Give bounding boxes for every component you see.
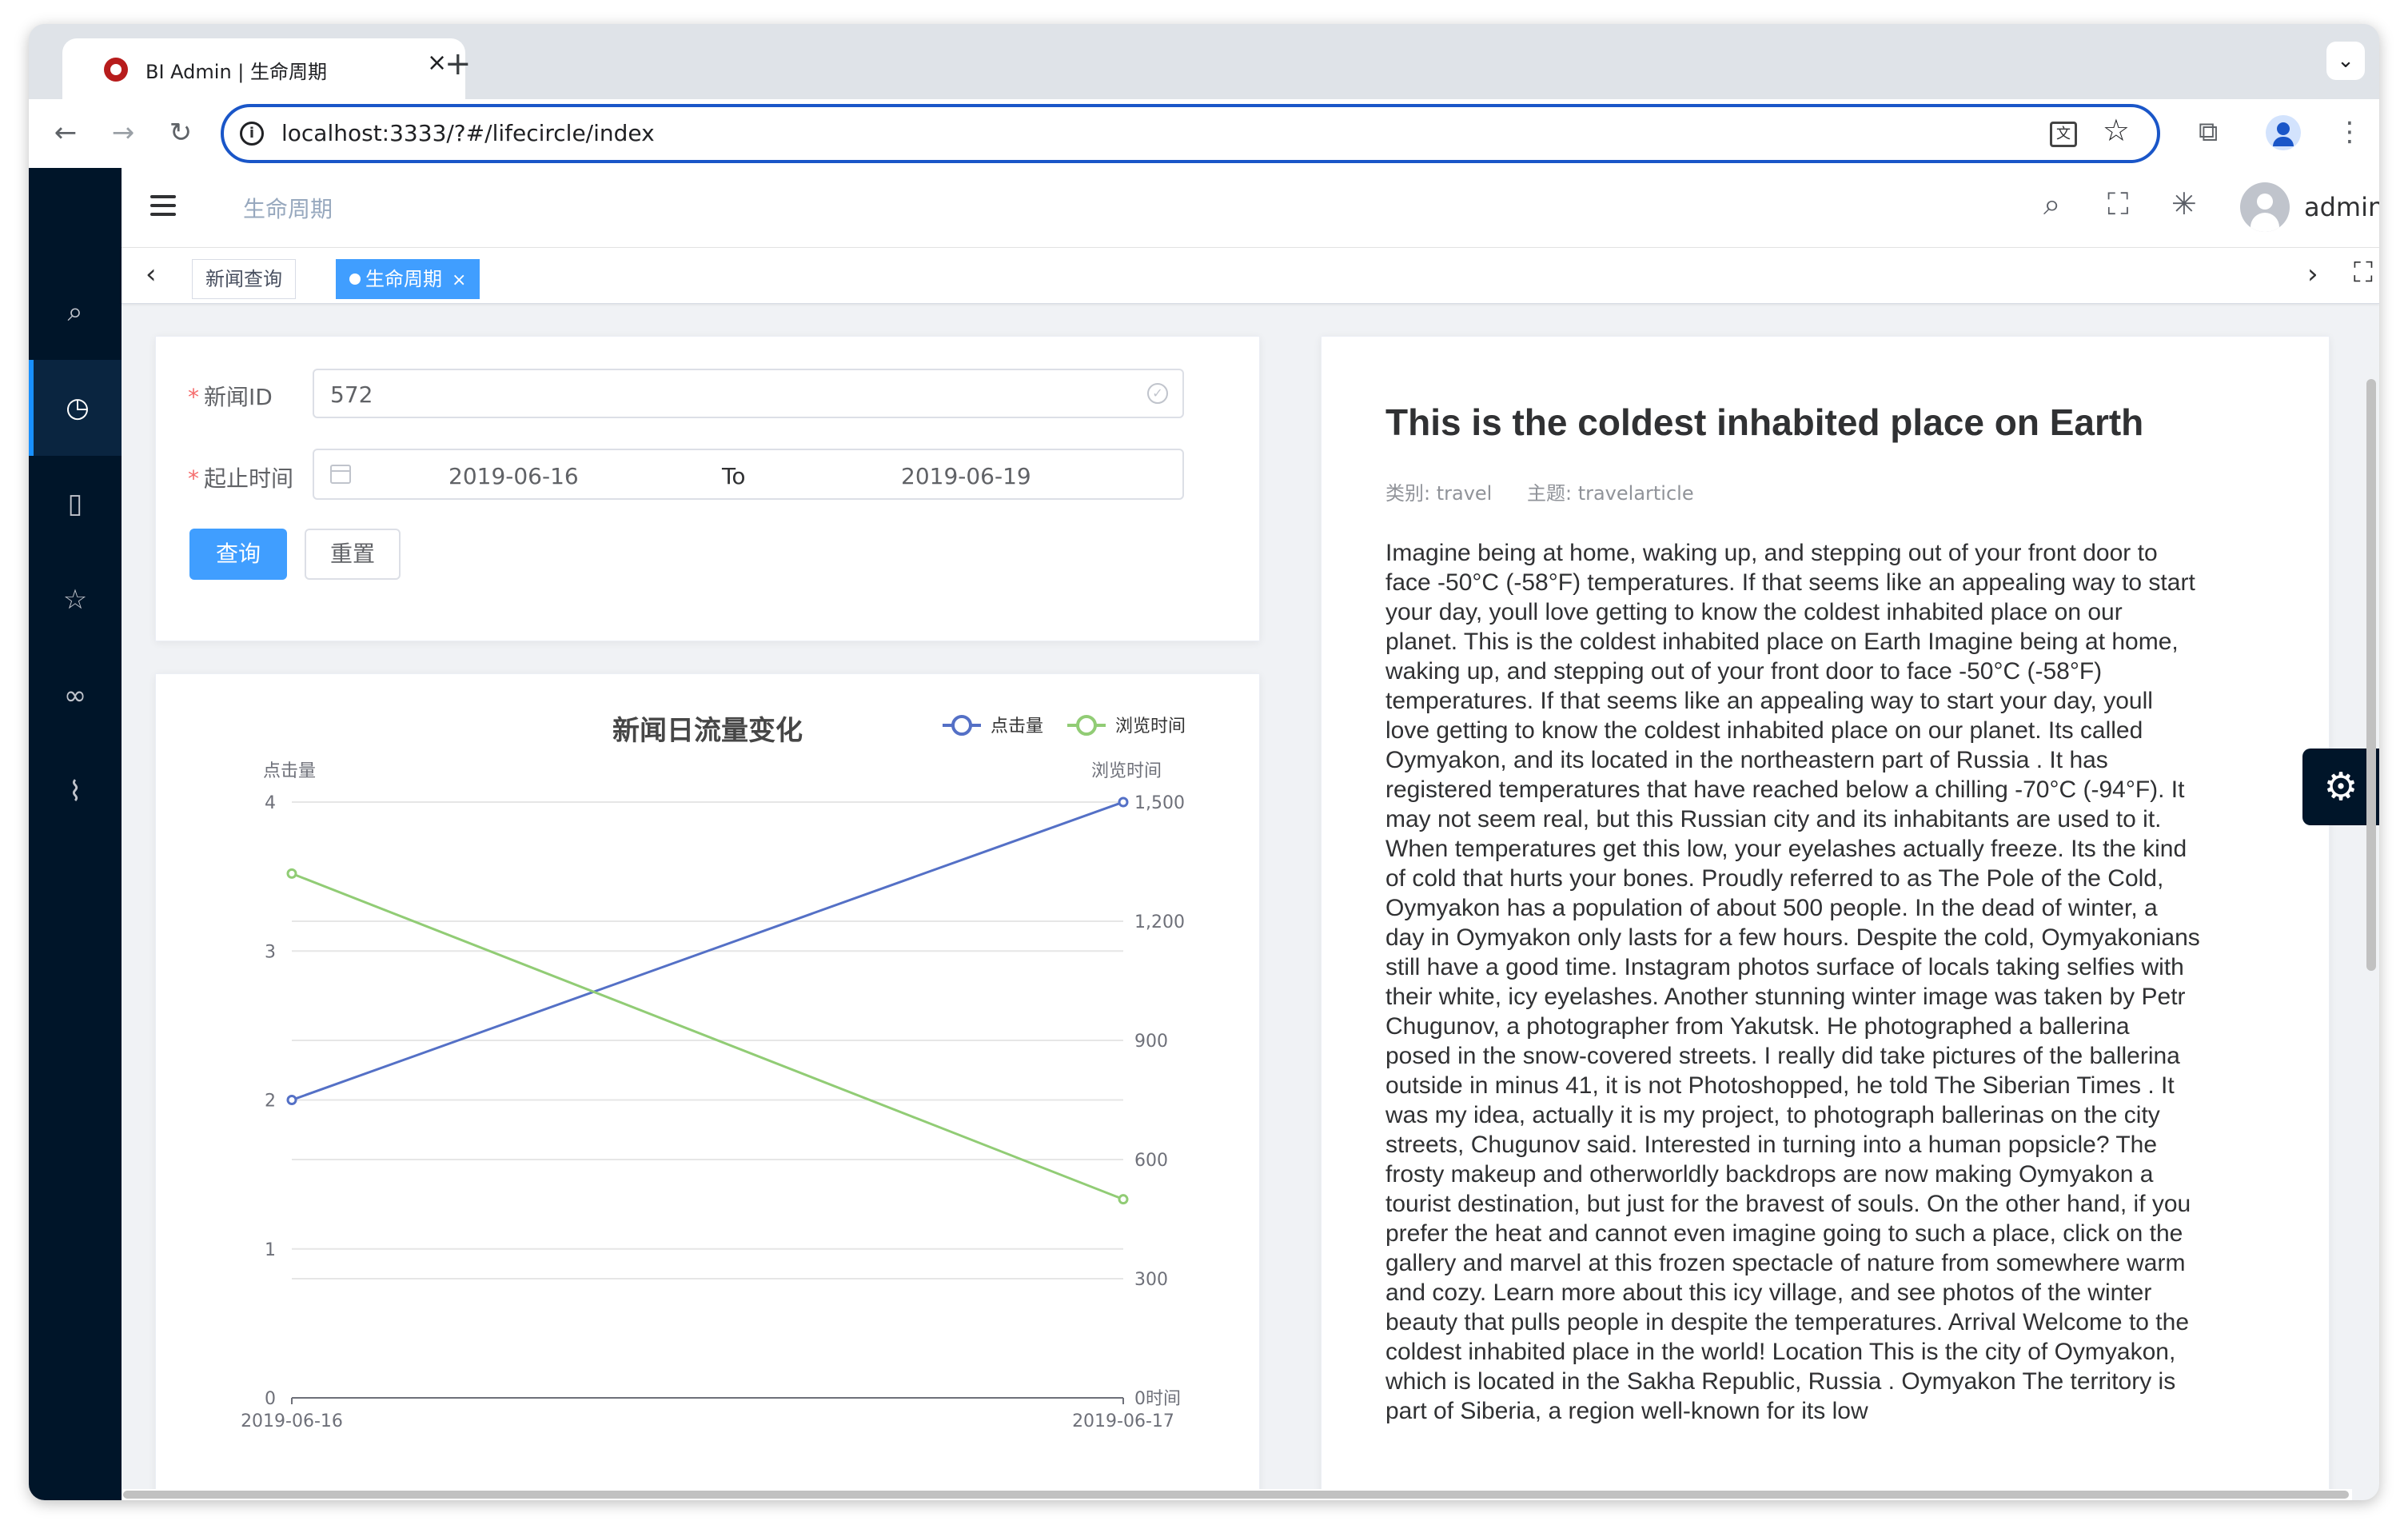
vertical-scrollbar[interactable] [2366, 379, 2376, 1419]
tag-label: 生命周期 [365, 268, 442, 290]
start-date-input[interactable]: 2019-06-16 [449, 463, 579, 489]
browser-tab[interactable]: BI Admin | 生命周期 × [62, 38, 465, 99]
y-left-tick-label: 3 [265, 942, 276, 962]
browser-window: BI Admin | 生命周期 × + ⌄ ← → ↻ i localhost:… [29, 24, 2379, 1500]
news-id-input[interactable]: 572 ✓ [313, 369, 1184, 418]
scrollbar-thumb[interactable] [2366, 379, 2376, 971]
reset-button[interactable]: 重置 [305, 529, 401, 580]
article-topic: 主题: travelarticle [1526, 482, 1694, 505]
tags-fullscreen-icon[interactable]: ⛶ [2354, 259, 2373, 286]
data-point [286, 1095, 297, 1105]
breadcrumb: 生命周期 [243, 196, 333, 222]
article-meta: 类别: travel 主题: travelarticle [1385, 477, 1723, 505]
legend-swatch-marker [951, 715, 972, 736]
tag-close-icon[interactable]: × [452, 270, 466, 290]
url-text[interactable]: localhost:3333/?#/lifecircle/index [281, 120, 655, 146]
bookmark-star-icon[interactable]: ☆ [2103, 115, 2130, 146]
tag-lifecycle[interactable]: 生命周期 × [336, 259, 480, 299]
browser-toolbar: ← → ↻ i localhost:3333/?#/lifecircle/ind… [29, 99, 2379, 168]
star-icon[interactable]: ☆ [29, 552, 122, 648]
new-tab-button[interactable]: + [445, 48, 472, 80]
fullscreen-icon[interactable]: ⛶ [2107, 189, 2129, 219]
main-content: * 新闻ID 572 ✓ * 起止时间 2019-06-16 To 2019-06-… [122, 304, 2379, 1500]
favicon-icon [104, 58, 128, 82]
hamburger-icon[interactable] [150, 195, 176, 219]
x-tick-label: 2019-06-16 [241, 1411, 343, 1431]
navbar: 生命周期 ⌕ ⛶ ✳ admin [122, 168, 2379, 248]
query-form-card: * 新闻ID 572 ✓ * 起止时间 2019-06-16 To 2019-06-… [155, 336, 1260, 641]
end-date-input[interactable]: 2019-06-19 [901, 463, 1031, 489]
profile-avatar-icon[interactable] [2266, 115, 2301, 150]
clock-icon[interactable]: ◷ [29, 360, 122, 456]
date-range-label: * 起止时间 [188, 465, 294, 492]
site-info-icon[interactable]: i [240, 122, 264, 146]
web-page: ⌕ ◷ ▯ ☆ ∞ ⌇ 生命周期 ⌕ ⛶ ✳ admin ‹ 新闻查询 生命周期 × › ⛶… [29, 168, 2379, 1500]
size-select-icon[interactable]: ✳ [2171, 189, 2197, 219]
tab-search-button[interactable]: ⌄ [2326, 42, 2365, 80]
legend-label: 浏览时间 [1115, 717, 1186, 737]
calendar-icon [330, 465, 351, 484]
article-title: This is the coldest inhabited place on E… [1385, 401, 2144, 443]
forward-arrow-icon[interactable]: → [104, 114, 142, 152]
line-chart: 0 1 2 3 4 0时间 300 600 900 1,200 1,500 2019-06-16 201… [241, 715, 1186, 1431]
query-button[interactable]: 查询 [189, 529, 287, 580]
avatar[interactable] [2240, 182, 2290, 232]
chart-title: 新闻日流量变化 [612, 715, 803, 747]
date-range-picker[interactable]: 2019-06-16 To 2019-06-19 [313, 449, 1184, 500]
x-tick-label: 2019-06-17 [1072, 1411, 1174, 1431]
kebab-menu-icon[interactable]: ⋮ [2336, 118, 2363, 146]
y-left-tick-label: 4 [265, 793, 276, 813]
legend-label: 点击量 [991, 717, 1043, 737]
y-right-tick-label: 1,200 [1134, 912, 1185, 932]
tags-next-icon[interactable]: › [2307, 261, 2318, 288]
search-icon[interactable]: ⌕ [29, 264, 122, 360]
valid-check-icon: ✓ [1147, 383, 1168, 404]
data-point [1118, 796, 1129, 808]
y-left-tick-label: 2 [265, 1092, 276, 1112]
extensions-icon[interactable]: ⧉ [2199, 118, 2218, 146]
article-category: 类别: travel [1385, 482, 1493, 505]
chart-card: 0 1 2 3 4 0时间 300 600 900 1,200 1,500 2019-06-16 201… [155, 673, 1260, 1500]
paperclip-icon[interactable]: ⌇ [29, 744, 122, 840]
book-icon[interactable]: ▯ [29, 456, 122, 552]
y-right-tick-label: 1,500 [1134, 793, 1185, 813]
address-bar[interactable]: i localhost:3333/?#/lifecircle/index 文 ☆ [221, 104, 2160, 163]
data-point [1118, 1194, 1129, 1205]
article-card: This is the coldest inhabited place on E… [1321, 336, 2330, 1500]
y-right-tick-label: 300 [1134, 1270, 1168, 1290]
tags-prev-icon[interactable]: ‹ [146, 261, 157, 288]
search-icon[interactable]: ⌕ [2043, 189, 2060, 219]
sidebar: ⌕ ◷ ▯ ☆ ∞ ⌇ [29, 168, 122, 1500]
tab-title: BI Admin | 生命周期 [146, 61, 328, 83]
legend-swatch-marker [1076, 715, 1097, 736]
y-right-tick-label: 600 [1134, 1151, 1168, 1171]
news-id-label: * 新闻ID [188, 384, 273, 410]
tags-view: ‹ 新闻查询 生命周期 × › ⛶ [122, 248, 2379, 304]
active-dot-icon [349, 273, 361, 285]
tab-strip: BI Admin | 生命周期 × + ⌄ [29, 24, 2379, 99]
link-icon[interactable]: ∞ [29, 648, 122, 744]
news-id-value: 572 [330, 381, 373, 408]
back-arrow-icon[interactable]: ← [46, 114, 85, 152]
tag-news-query[interactable]: 新闻查询 [192, 259, 296, 299]
tag-label: 新闻查询 [205, 268, 282, 290]
y-left-axis-label: 点击量 [263, 761, 316, 781]
article-body: Imagine being at home, waking up, and st… [1385, 540, 2200, 1424]
y-right-tick-label: 0时间 [1134, 1389, 1181, 1409]
y-left-tick-label: 0 [265, 1389, 276, 1409]
translate-icon[interactable]: 文 [2050, 122, 2077, 147]
y-right-tick-label: 900 [1134, 1032, 1168, 1052]
y-right-axis-label: 浏览时间 [1091, 761, 1162, 781]
y-left-tick-label: 1 [265, 1240, 276, 1260]
data-point [286, 868, 297, 879]
username[interactable]: admin [2304, 192, 2379, 222]
horizontal-scrollbar[interactable] [123, 1489, 2352, 1500]
series-line [291, 872, 1124, 1201]
range-separator: To [722, 463, 746, 489]
scrollbar-thumb[interactable] [123, 1491, 2349, 1499]
reload-icon[interactable]: ↻ [161, 114, 200, 152]
